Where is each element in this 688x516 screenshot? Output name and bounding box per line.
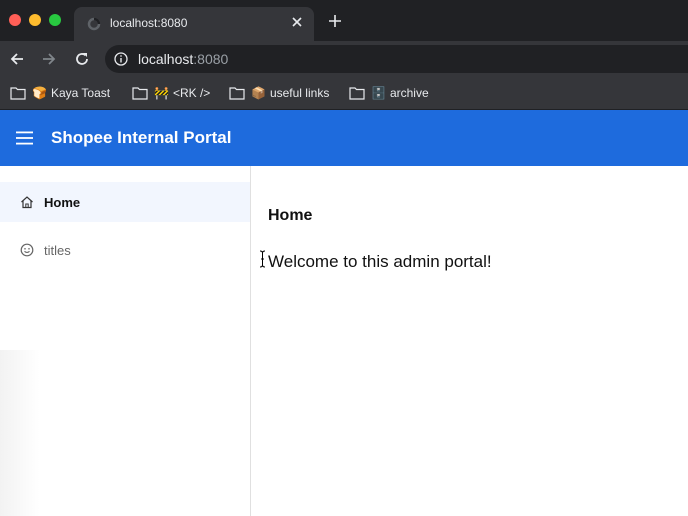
- home-icon: [21, 196, 33, 209]
- bookmark-emoji: 🍞: [32, 86, 47, 100]
- bookmark-label: Kaya Toast: [50, 86, 111, 100]
- bookmark-folder[interactable]: 🗄️ archive: [349, 84, 429, 102]
- hamburger-menu-icon[interactable]: [16, 131, 33, 145]
- bookmark-emoji: 📦: [251, 86, 266, 100]
- info-icon[interactable]: [114, 52, 128, 66]
- tab-title: localhost:8080: [110, 16, 188, 30]
- minimize-window-button[interactable]: [29, 14, 41, 26]
- maximize-window-button[interactable]: [49, 14, 61, 26]
- bookmark-folder[interactable]: 🍞 Kaya Toast: [10, 84, 110, 102]
- bookmark-emoji: 🚧: [154, 86, 169, 100]
- close-window-button[interactable]: [9, 14, 21, 26]
- page-title: Home: [268, 207, 313, 224]
- forward-arrow-icon[interactable]: [40, 50, 58, 68]
- back-arrow-icon[interactable]: [8, 50, 26, 68]
- bookmarks-bar: 🍞 Kaya Toast 🚧 <RK /> 📦 useful links 🗄️ …: [0, 77, 688, 110]
- bookmark-label: <RK />: [172, 86, 211, 100]
- browser-window: localhost:8080 localhost:8080 🍞 Kaya Toa…: [0, 0, 688, 516]
- sidebar-item-label: Home: [44, 194, 81, 210]
- tab-strip: localhost:8080: [0, 0, 688, 41]
- url-host: localhost: [138, 51, 194, 67]
- text-cursor-icon: [259, 250, 266, 268]
- app-title: Shopee Internal Portal: [51, 128, 232, 147]
- bookmark-label: archive: [389, 86, 429, 100]
- bookmark-folder[interactable]: 🚧 <RK />: [132, 84, 210, 102]
- loading-favicon-icon: [87, 17, 101, 31]
- sidebar-item-titles[interactable]: titles: [0, 230, 250, 270]
- url-text: localhost:8080: [138, 51, 228, 67]
- browser-tab[interactable]: localhost:8080: [74, 7, 314, 41]
- sidebar-item-label: titles: [44, 242, 71, 258]
- folder-icon: [349, 87, 365, 100]
- reload-icon[interactable]: [73, 50, 91, 68]
- new-tab-icon[interactable]: [328, 14, 342, 28]
- bookmark-folder[interactable]: 📦 useful links: [229, 84, 329, 102]
- edge-shadow: [0, 350, 40, 516]
- browser-toolbar: localhost:8080: [0, 41, 688, 77]
- folder-icon: [132, 87, 148, 100]
- welcome-message: Welcome to this admin portal!: [268, 252, 492, 271]
- bookmark-label: useful links: [269, 86, 330, 100]
- url-port: :8080: [193, 51, 229, 67]
- address-bar[interactable]: localhost:8080: [105, 45, 688, 73]
- smile-icon: [20, 243, 34, 257]
- bookmark-emoji: 🗄️: [371, 86, 386, 100]
- folder-icon: [229, 87, 245, 100]
- sidebar-item-home[interactable]: Home: [0, 182, 250, 222]
- close-tab-icon[interactable]: [290, 15, 304, 29]
- app-header: Shopee Internal Portal: [0, 110, 688, 166]
- folder-icon: [10, 87, 26, 100]
